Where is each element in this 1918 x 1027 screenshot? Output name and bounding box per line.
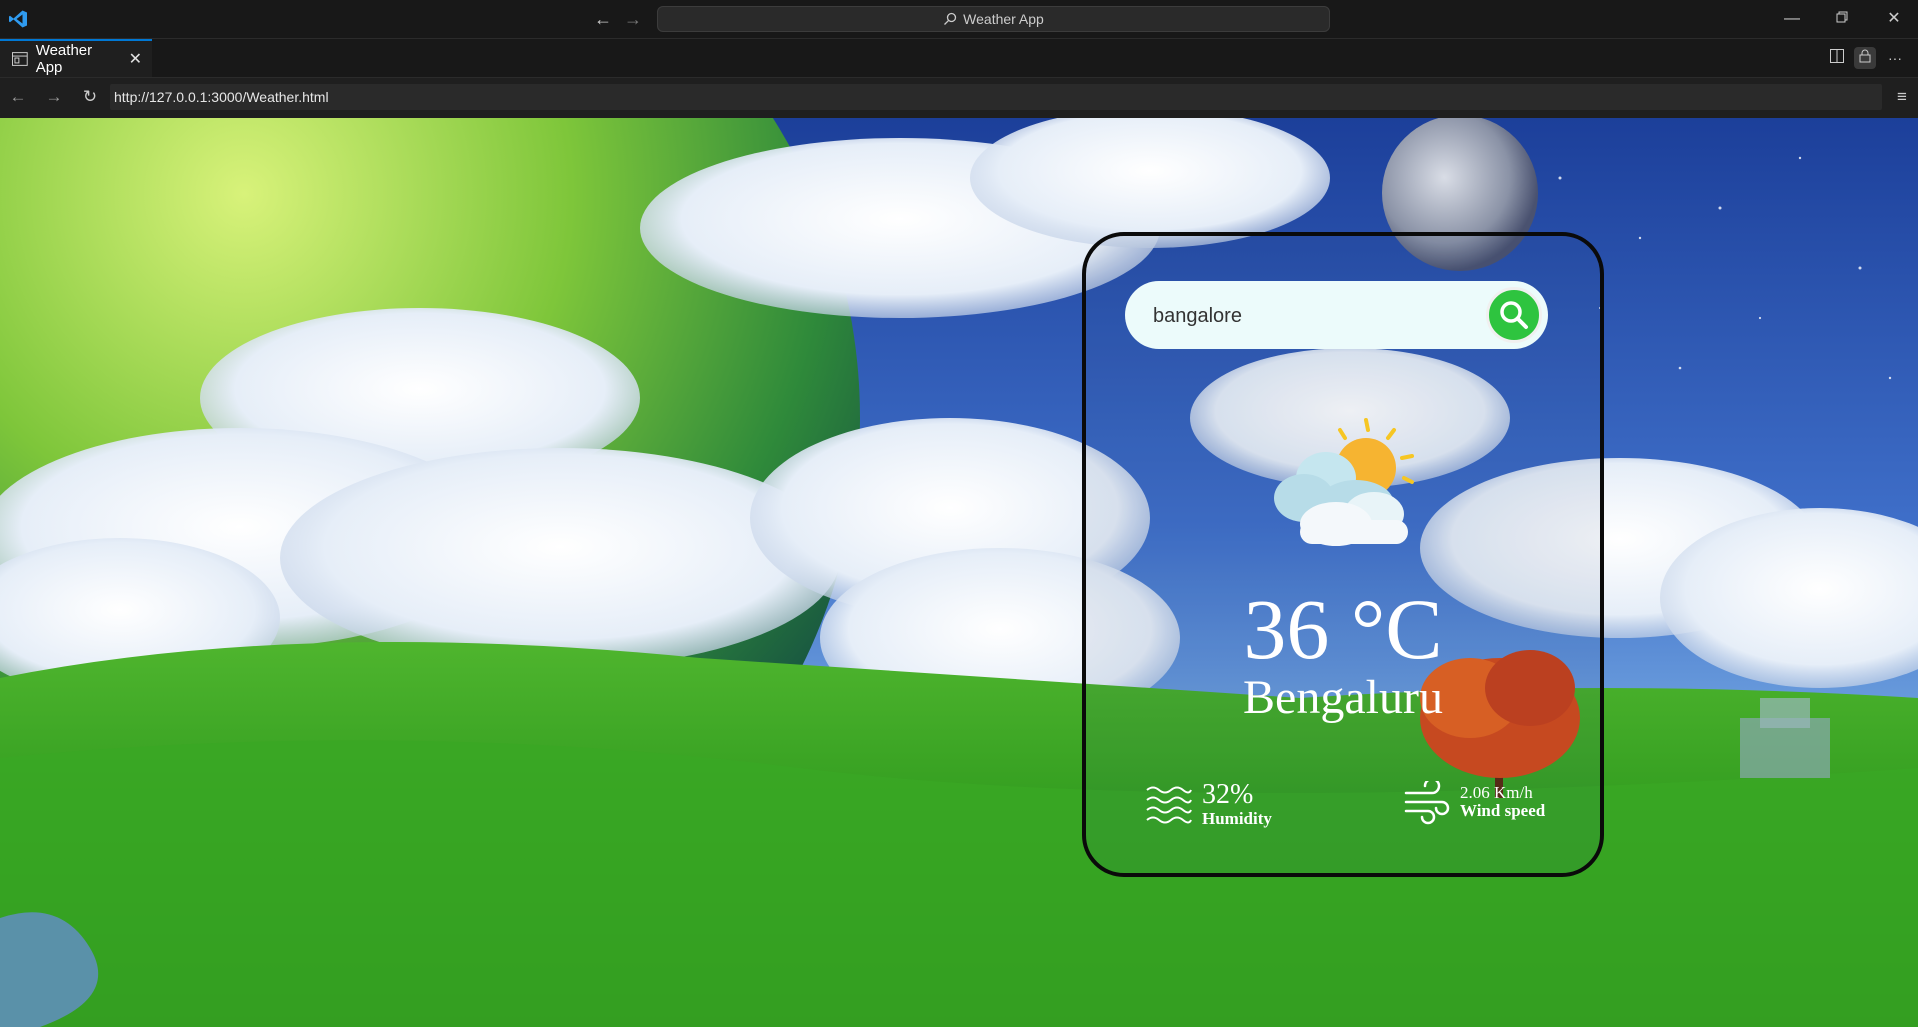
search-button[interactable] [1486,287,1542,343]
lock-icon[interactable] [1854,47,1876,69]
forward-arrow-icon[interactable]: → [623,9,643,29]
browser-back-icon[interactable]: ← [8,87,28,107]
minimize-icon[interactable]: — [1780,8,1804,30]
close-window-icon[interactable]: ✕ [1882,8,1906,30]
background-scene-image [0,118,1918,1027]
city-search-input[interactable] [1151,281,1475,351]
wind-detail: 2.06 Km/h Wind speed [1404,781,1545,825]
wind-speed-value: 2.06 Km/h [1460,783,1533,803]
more-actions-icon[interactable]: ··· [1884,47,1906,69]
temperature-value: 36 °C [1243,581,1443,677]
humidity-value: 32% [1202,779,1254,810]
menu-icon[interactable]: ≡ [1892,87,1912,107]
command-center[interactable]: Weather App [657,6,1330,32]
search-icon [944,12,957,25]
weather-card: 36 °C Bengaluru 32% Humidity [1082,232,1604,877]
vscode-logo-icon [9,10,27,28]
url-input[interactable] [110,84,1882,110]
city-name: Bengaluru [1243,671,1443,724]
title-bar: ← → Weather App — ✕ [0,0,1918,39]
restore-icon[interactable] [1830,8,1854,30]
humidity-detail: 32% Humidity [1146,781,1272,829]
back-arrow-icon[interactable]: ← [593,9,613,29]
reload-icon[interactable]: ↻ [80,87,100,107]
tab-close-icon[interactable]: ✕ [129,49,142,69]
sun-behind-clouds-icon [1274,418,1414,546]
browser-tab-icon [12,52,28,66]
address-bar: ← → ↻ ≡ [0,78,1918,118]
tab-weather-app[interactable]: Weather App ✕ [0,39,152,77]
magnifier-icon [1500,301,1528,329]
tab-bar: Weather App ✕ ··· [0,39,1918,78]
browser-forward-icon[interactable]: → [44,87,64,107]
command-center-label: Weather App [963,11,1044,27]
humidity-label: Humidity [1202,809,1272,828]
search-bar [1125,281,1548,351]
tab-label: Weather App [35,42,93,76]
split-editor-icon[interactable] [1826,47,1848,69]
page-viewport: 36 °C Bengaluru 32% Humidity [0,118,1918,1027]
wind-icon [1404,781,1450,825]
humidity-waves-icon [1146,786,1192,824]
wind-speed-label: Wind speed [1460,801,1546,821]
